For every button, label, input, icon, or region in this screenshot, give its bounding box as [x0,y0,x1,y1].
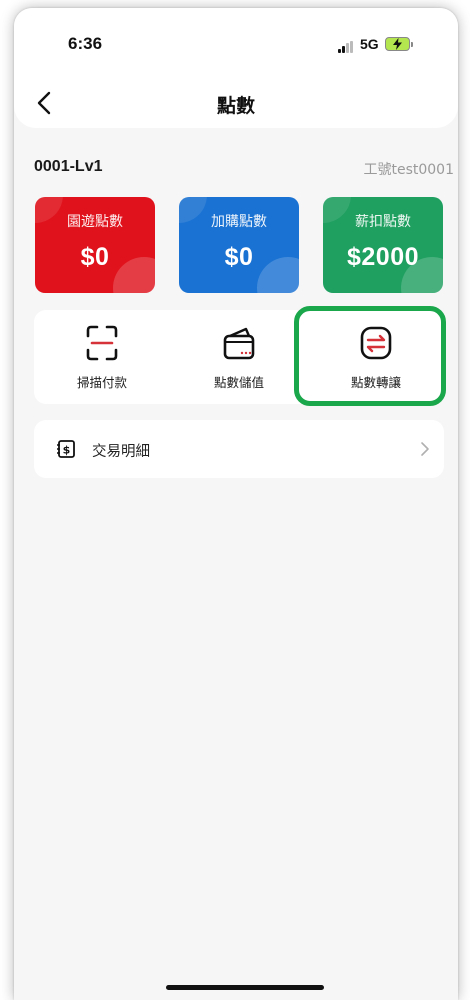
scan-icon [86,325,118,361]
card-value: $0 [80,243,110,271]
top-up-button[interactable]: 點數儲值 [171,310,307,404]
card-label: 園遊點數 [67,214,123,230]
card-label: 薪扣點數 [355,214,411,230]
home-indicator [166,985,324,990]
highlight-box [294,306,446,406]
card-addon-points[interactable]: 加購點數 $0 [179,197,299,293]
network-type: 5G [360,36,379,52]
charging-bolt-icon [393,38,402,50]
card-label: 加購點數 [211,214,267,230]
receipt-icon: $ [57,440,75,458]
card-value: $2000 [346,243,420,271]
battery-tip [411,42,413,47]
card-payroll-points[interactable]: 薪扣點數 $2000 [323,197,443,293]
chevron-right-icon [421,442,429,456]
card-value: $0 [224,243,254,271]
page-title: 點數 [216,95,255,117]
header: 6:36 5G 點數 [14,8,458,128]
account-id: 0001-Lv1 [34,158,103,175]
staff-id: 工號test0001 [363,162,454,178]
phone-screen: 6:36 5G 點數 0001-Lv1 工號test0001 園遊點數 $0 加… [14,8,458,1000]
transaction-details-row[interactable]: $ 交易明細 [34,420,444,478]
scan-pay-button[interactable]: 掃描付款 [34,310,170,404]
signal-icon [338,41,356,53]
action-label: 點數儲值 [213,375,264,390]
status-time: 6:36 [68,34,103,53]
wallet-icon [223,327,255,360]
transaction-details-label: 交易明細 [92,444,150,460]
card-fair-points[interactable]: 園遊點數 $0 [35,197,155,293]
action-label: 掃描付款 [76,375,127,390]
svg-text:$: $ [63,444,71,457]
